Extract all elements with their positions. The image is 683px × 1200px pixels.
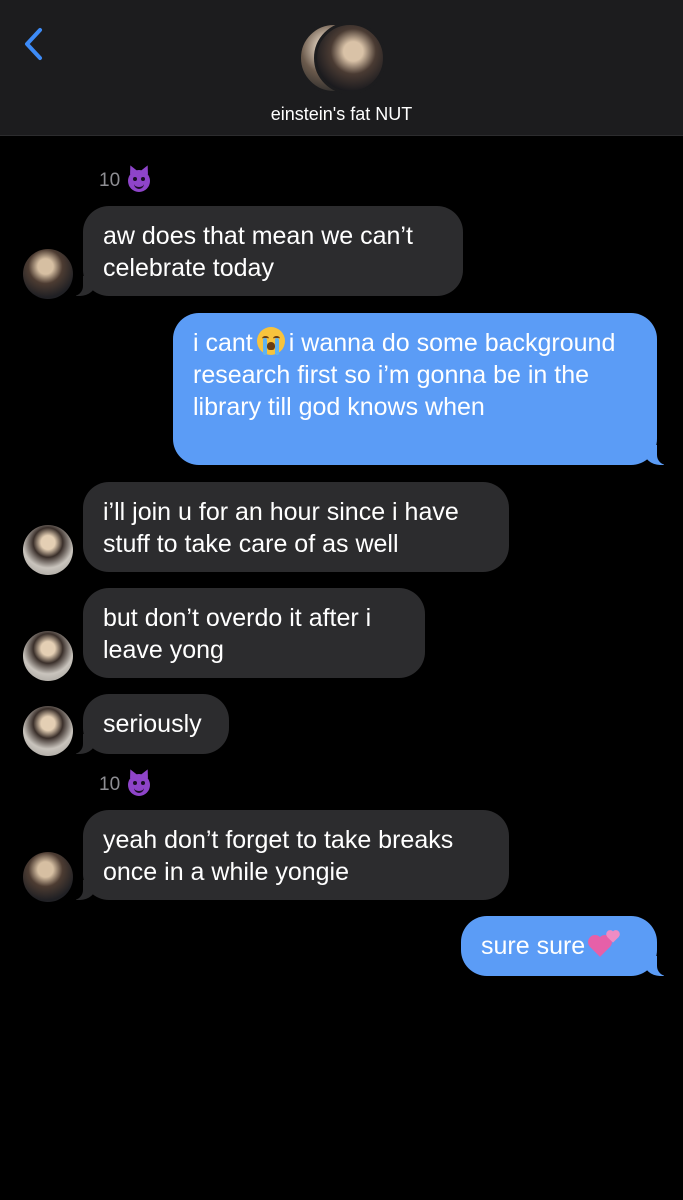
message-bubble[interactable]: sure sure: [461, 916, 667, 976]
timestamp-text: 10: [99, 774, 121, 795]
message-text: aw does that mean we can’t celebrate tod…: [103, 222, 413, 282]
message-text: sure sure: [481, 932, 586, 960]
timestamp: 10: [99, 774, 151, 796]
message-text: seriously: [103, 710, 202, 738]
timestamp-text: 10: [99, 170, 121, 191]
avatar[interactable]: [23, 706, 73, 756]
message-bubble[interactable]: but don’t overdo it after i leave yong: [83, 588, 425, 678]
message-bubble[interactable]: yeah don’t forget to take breaks once in…: [73, 810, 509, 900]
two-hearts-icon: [589, 930, 621, 958]
message-text: i cant: [193, 329, 253, 357]
message-text: but don’t overdo it after i leave yong: [103, 604, 372, 664]
member-avatar: [314, 22, 386, 94]
avatar[interactable]: [23, 249, 73, 299]
chat-header: einstein's fat NUT: [0, 0, 683, 136]
message-text: yeah don’t forget to take breaks once in…: [103, 826, 454, 886]
message-bubble[interactable]: i cant i wanna do some background researc…: [173, 313, 667, 465]
sob-icon: [256, 327, 285, 355]
message-bubble[interactable]: i’ll join u for an hour since i have stu…: [83, 482, 509, 572]
message-bubble[interactable]: aw does that mean we can’t celebrate tod…: [73, 206, 463, 296]
chevron-left-icon: [25, 28, 42, 60]
group-avatar[interactable]: [298, 22, 388, 94]
timestamp: 10: [99, 170, 151, 192]
back-button[interactable]: [16, 22, 52, 66]
avatar[interactable]: [23, 852, 73, 902]
message-bubble[interactable]: seriously: [73, 694, 229, 754]
group-name[interactable]: einstein's fat NUT: [0, 104, 683, 125]
smiling-devil-icon: [128, 774, 151, 796]
smiling-devil-icon: [128, 170, 151, 192]
message-text: i’ll join u for an hour since i have stu…: [103, 498, 459, 558]
avatar[interactable]: [23, 631, 73, 681]
avatar[interactable]: [23, 525, 73, 575]
chat-screen: einstein's fat NUT 10 aw does that mean …: [0, 0, 683, 1200]
